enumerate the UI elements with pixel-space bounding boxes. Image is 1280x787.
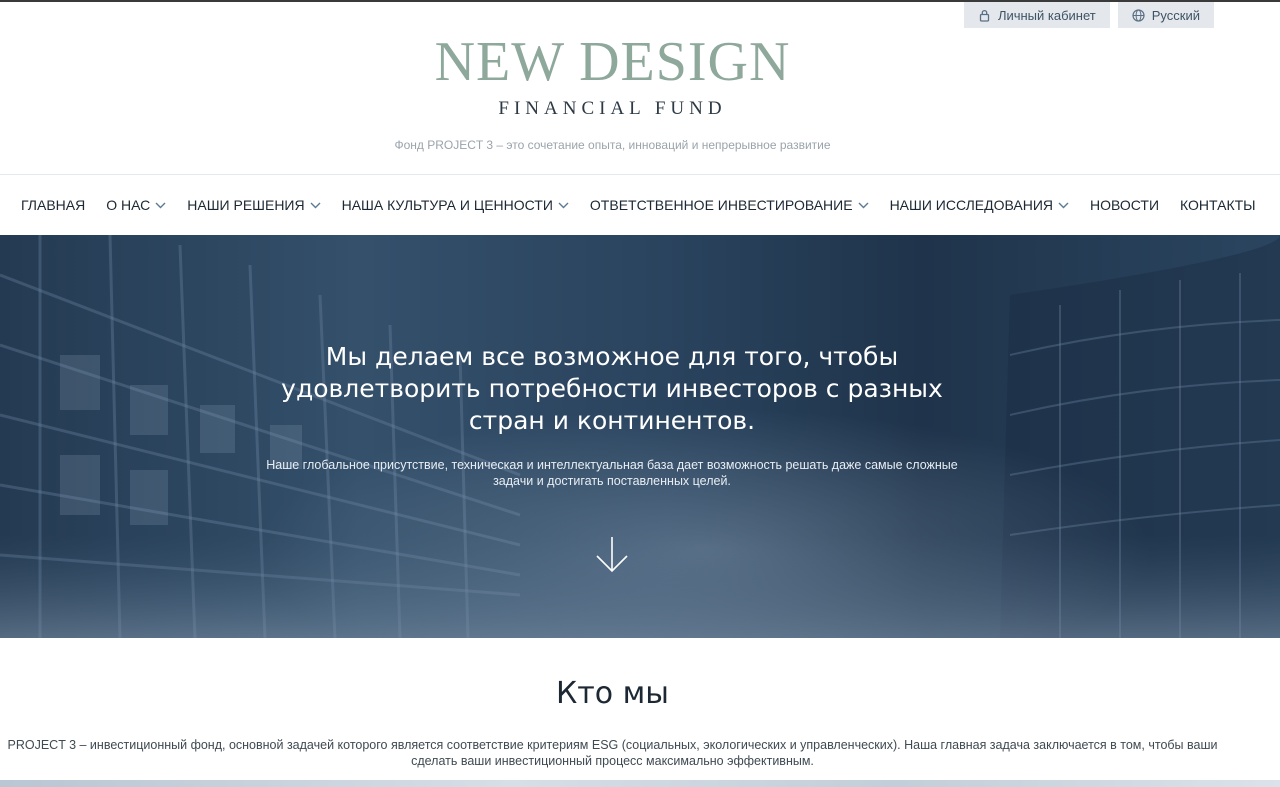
chevron-down-icon: [155, 202, 166, 208]
language-label: Русский: [1151, 7, 1200, 23]
about-text: PROJECT 3 – инвестиционный фонд, основно…: [7, 738, 1218, 768]
about-title: Кто мы: [556, 676, 669, 711]
nav-item-label: НАША КУЛЬТУРА И ЦЕННОСТИ: [341, 197, 553, 213]
nav-item-label: НОВОСТИ: [1090, 197, 1160, 213]
nav-item-3[interactable]: НАШИ РЕШЕНИЯ: [187, 197, 321, 213]
next-section-image-edge: [0, 780, 1280, 787]
utility-bar: Личный кабинет Русский: [963, 2, 1214, 28]
nav-item-label: ГЛАВНАЯ: [21, 197, 86, 213]
nav-item-7[interactable]: НОВОСТИ: [1090, 197, 1159, 213]
hero-text: Наше глобальное присутствие, техническая…: [266, 458, 958, 488]
main-navigation: ГЛАВНАЯ О НАС НАШИ РЕШЕНИЯ НАША КУЛЬТУРА И …: [0, 174, 1280, 235]
nav-item-label: КОНТАКТЫ: [1180, 197, 1256, 213]
tagline: Фонд PROJECT 3 – это сочетание опыта, ин…: [394, 138, 831, 152]
logo-sub-text: FINANCIAL FUND: [498, 98, 727, 119]
lock-icon: [979, 9, 990, 22]
language-button[interactable]: Русский: [1117, 2, 1214, 28]
logo-main-text: NEW DESIGN: [434, 31, 791, 93]
nav-item-2[interactable]: О НАС: [106, 197, 166, 213]
nav-item-6[interactable]: НАШИ ИССЛЕДОВАНИЯ: [890, 197, 1069, 213]
account-button[interactable]: Личный кабинет: [963, 2, 1110, 28]
nav-item-label: НАШИ РЕШЕНИЯ: [187, 197, 305, 213]
nav-item-label: ОТВЕТСТВЕННОЕ ИНВЕСТИРОВАНИЕ: [589, 197, 853, 213]
nav-item-1[interactable]: ГЛАВНАЯ: [21, 197, 85, 213]
chevron-down-icon: [558, 202, 569, 208]
nav-item-5[interactable]: ОТВЕТСТВЕННОЕ ИНВЕСТИРОВАНИЕ: [590, 197, 869, 213]
chevron-down-icon: [310, 202, 321, 208]
account-label: Личный кабинет: [997, 7, 1096, 23]
nav-item-label: НАШИ ИССЛЕДОВАНИЯ: [889, 197, 1054, 213]
nav-item-label: О НАС: [106, 197, 151, 213]
arrow-down-icon[interactable]: [594, 535, 630, 575]
hero-banner: Мы делаем все возможное для того, чтобы …: [0, 235, 1280, 638]
logo[interactable]: NEW DESIGN FINANCIAL FUND: [0, 34, 1225, 120]
chevron-down-icon: [1058, 202, 1069, 208]
nav-item-4[interactable]: НАША КУЛЬТУРА И ЦЕННОСТИ: [342, 197, 569, 213]
hero-title: Мы делаем все возможное для того, чтобы …: [281, 342, 943, 435]
chevron-down-icon: [858, 202, 869, 208]
globe-icon: [1132, 8, 1145, 22]
nav-item-8[interactable]: КОНТАКТЫ: [1180, 197, 1256, 213]
